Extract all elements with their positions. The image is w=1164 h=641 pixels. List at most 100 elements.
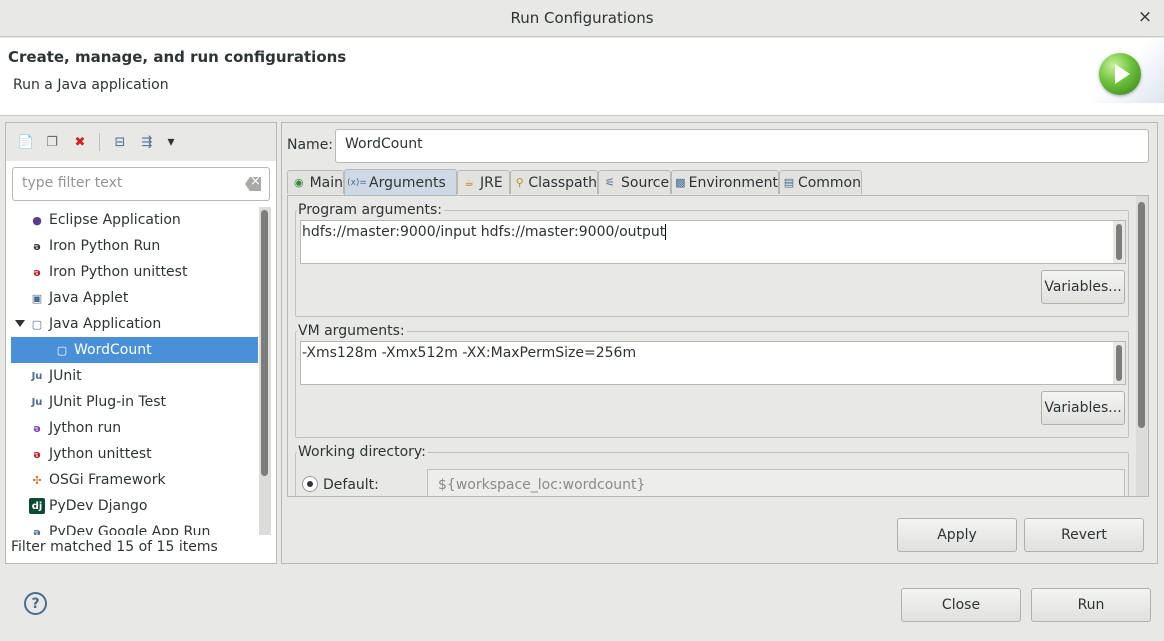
duplicate-configuration-icon[interactable]: ❐ [42,132,62,152]
arguments-scrollbar[interactable] [1136,196,1148,496]
tab-arguments[interactable]: (x)= Arguments [344,169,457,195]
arguments-tab-icon: (x)= [347,177,367,188]
tree-item-label: JUnit Plug-in Test [49,394,167,410]
tree-item-junit-plugin-test[interactable]: Ju JUnit Plug-in Test [11,389,258,415]
tree-item-wordcount[interactable]: ▢ WordCount [11,337,258,363]
junit-icon: Ju [31,370,43,382]
environment-tab-icon: ▩ [675,176,686,189]
source-tab-icon: ⚟ [605,176,615,189]
tree-item-java-applet[interactable]: ▣ Java Applet [11,285,258,311]
filter-configurations-icon[interactable]: ⇶ [137,132,157,152]
tree-item-java-application[interactable]: ▢ Java Application [11,311,258,337]
tree-item-pydev-django[interactable]: dj PyDev Django [11,493,258,519]
tree-item-label: Java Applet [49,290,129,306]
configuration-editor-panel: Name: WordCount ◉ Main (x)= Arguments ☕ … [281,122,1158,564]
vm-arguments-label: VM arguments: [297,323,407,339]
view-menu-chevron-icon[interactable]: ▾ [161,132,181,152]
tree-item-osgi-framework[interactable]: ✣ OSGi Framework [11,467,258,493]
tree-item-label: PyDev Google App Run [49,524,211,535]
main-tab-icon: ◉ [293,176,304,189]
banner-image [1084,38,1164,103]
vm-arguments-scrollbar[interactable] [1113,342,1125,384]
program-arguments-label: Program arguments: [297,202,444,218]
configuration-list-panel: 📄 ❐ ✖ ⊟ ⇶ ▾ ● Eclipse Application ǝ Iron… [5,122,277,564]
jython-run-icon: ǝ [33,421,41,435]
python-run-icon: ǝ [33,239,41,253]
new-configuration-icon[interactable]: 📄 [16,132,36,152]
tree-item-junit[interactable]: Ju JUnit [11,363,258,389]
java-applet-icon: ▣ [31,291,43,305]
tab-classpath[interactable]: ⚲ Classpath [510,170,598,194]
close-window-icon[interactable]: × [1134,6,1156,28]
default-directory-radio[interactable] [302,476,318,492]
common-tab-icon: ▤ [783,176,795,189]
tree-item-jython-unittest[interactable]: ǝ Jython unittest [11,441,258,467]
working-directory-label: Working directory: [297,444,428,460]
filter-input[interactable] [22,175,232,191]
tree-item-label: Eclipse Application [49,212,181,228]
arguments-tab-content: Program arguments: hdfs://master:9000/in… [287,195,1149,497]
tree-item-label: Iron Python Run [49,238,161,254]
config-tabs: ◉ Main (x)= Arguments ☕ JRE ⚲ Classpath … [287,169,1149,196]
junit-plugin-icon: Ju [31,396,43,408]
tree-item-label: Jython unittest [49,446,152,462]
tab-common[interactable]: ▤ Common [779,170,862,194]
google-app-icon: ǝ [33,525,41,536]
revert-button[interactable]: Revert [1024,518,1144,552]
clear-filter-icon[interactable] [245,177,261,191]
help-icon[interactable]: ? [24,592,47,615]
osgi-icon: ✣ [32,473,42,487]
title-bar: Run Configurations × [0,0,1164,37]
name-field[interactable]: WordCount [335,129,1149,163]
tree-item-label: Jython run [49,420,122,436]
jython-unittest-icon: ǝ [33,447,41,461]
window-title: Run Configurations [510,9,654,27]
java-class-icon: ▢ [56,343,68,357]
filter-box [12,167,270,201]
tree-item-label: Iron Python unittest [49,264,188,280]
tree-item-pydev-google-app-run[interactable]: ǝ PyDev Google App Run [11,519,258,535]
tree-item-label: PyDev Django [49,498,148,514]
tab-environment[interactable]: ▩ Environment [671,170,779,194]
tab-source[interactable]: ⚟ Source [598,170,671,194]
tree-item-eclipse-application[interactable]: ● Eclipse Application [11,207,258,233]
collapse-all-icon[interactable]: ⊟ [110,132,130,152]
configuration-tree: ● Eclipse Application ǝ Iron Python Run … [11,207,258,535]
jre-tab-icon: ☕ [464,176,474,189]
run-button[interactable]: Run [1031,588,1151,622]
program-variables-button[interactable]: Variables... [1041,270,1125,304]
program-arguments-group: Program arguments: hdfs://master:9000/in… [295,202,1129,317]
header-banner: Create, manage, and run configurations R… [0,38,1164,116]
default-directory-label: Default: [323,477,379,493]
vm-arguments-group: VM arguments: -Xms128m -Xmx512m -XX:MaxP… [295,323,1129,438]
python-unittest-icon: ǝ [33,265,41,279]
configuration-toolbar: 📄 ❐ ✖ ⊟ ⇶ ▾ [6,123,276,161]
tree-item-jython-run[interactable]: ǝ Jython run [11,415,258,441]
vm-variables-button[interactable]: Variables... [1041,391,1125,425]
banner-subheading: Run a Java application [13,77,169,93]
java-application-icon: ▢ [31,317,43,331]
tree-item-label: JUnit [49,368,82,384]
program-arguments-scrollbar[interactable] [1113,221,1125,263]
eclipse-icon: ● [32,213,42,227]
tree-item-label: WordCount [74,342,152,358]
vm-arguments-field[interactable]: -Xms128m -Xmx512m -XX:MaxPermSize=256m [300,341,1126,385]
close-button[interactable]: Close [901,588,1021,622]
classpath-tab-icon: ⚲ [515,176,524,189]
name-label: Name: [287,137,334,153]
tree-item-iron-python-unittest[interactable]: ǝ Iron Python unittest [11,259,258,285]
apply-button[interactable]: Apply [897,518,1017,552]
tree-item-label: OSGi Framework [49,472,166,488]
django-icon: dj [29,498,45,514]
filter-status: Filter matched 15 of 15 items [11,539,218,555]
expand-arrow-icon[interactable] [15,320,25,327]
default-directory-field: ${workspace_loc:wordcount} [427,469,1125,496]
tab-jre[interactable]: ☕ JRE [457,170,510,194]
tree-scrollbar[interactable] [259,207,271,535]
tree-item-label: Java Application [49,316,162,332]
program-arguments-field[interactable]: hdfs://master:9000/input hdfs://master:9… [300,220,1126,264]
tab-main[interactable]: ◉ Main [287,170,344,194]
tree-item-iron-python-run[interactable]: ǝ Iron Python Run [11,233,258,259]
delete-configuration-icon[interactable]: ✖ [70,132,90,152]
banner-heading: Create, manage, and run configurations [8,48,347,66]
